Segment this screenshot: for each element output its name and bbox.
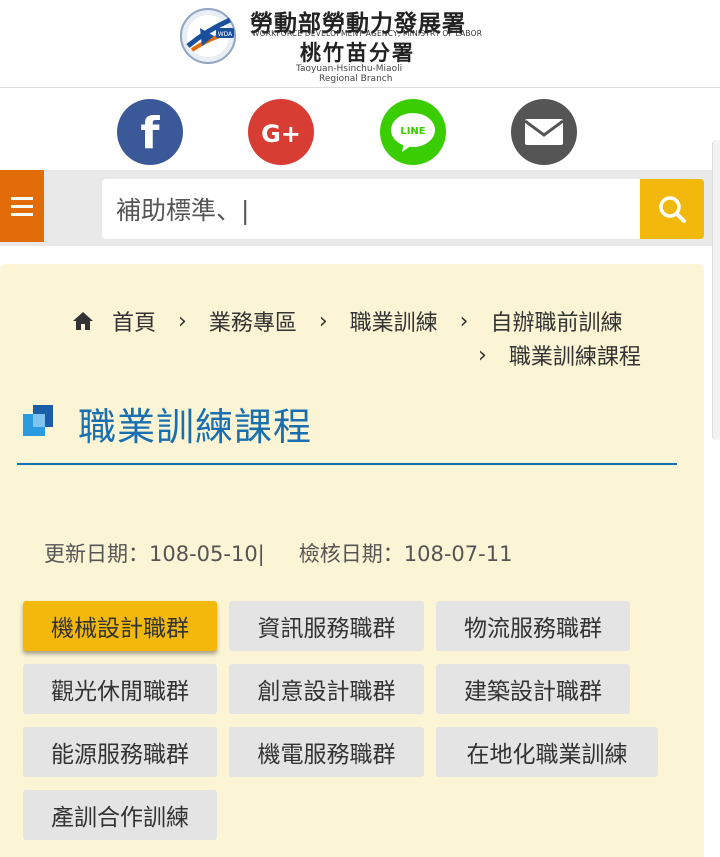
facebook-share-button[interactable]: f <box>117 99 183 165</box>
category-info-services[interactable]: 資訊服務職群 <box>229 601 424 651</box>
googleplus-share-button[interactable]: G+ <box>248 99 314 165</box>
social-share-bar: f G+ LINE <box>0 89 720 169</box>
breadcrumb-item-self-run[interactable]: 自辦職前訓練 <box>490 305 622 337</box>
search-button[interactable] <box>640 179 704 239</box>
breadcrumb-item-business[interactable]: 業務專區 <box>209 305 297 337</box>
title-squares-icon <box>23 405 53 436</box>
line-share-button[interactable]: LINE <box>380 99 446 165</box>
branch-name-cn: 桃竹苗分署 <box>300 41 415 65</box>
hamburger-icon <box>11 196 33 200</box>
svg-text:G+: G+ <box>261 120 301 148</box>
reviewed-date: 檢核日期：108-07-11 <box>298 542 513 566</box>
site-header: WDA 勞動部勞動力發展署 WORKFORCE DEVELOPMENT AGEN… <box>0 0 720 88</box>
breadcrumb-separator: › <box>459 308 469 334</box>
category-logistics[interactable]: 物流服務職群 <box>436 601 630 651</box>
email-icon <box>524 119 564 145</box>
category-creative-design[interactable]: 創意設計職群 <box>229 664 424 714</box>
category-tourism-leisure[interactable]: 觀光休閒職群 <box>23 664 217 714</box>
svg-text:WDA: WDA <box>218 31 233 38</box>
search-bar <box>0 170 720 246</box>
category-architecture-design[interactable]: 建築設計職群 <box>436 664 630 714</box>
agency-logo[interactable]: WDA <box>178 6 242 64</box>
svg-text:f: f <box>140 108 160 159</box>
search-icon <box>659 196 686 223</box>
breadcrumb-separator: › <box>478 342 487 368</box>
main-content: 首頁 › 業務專區 › 職業訓練 › 自辦職前訓練 › 職業訓練課程 職業訓練課… <box>0 264 704 857</box>
menu-button[interactable] <box>0 170 44 242</box>
breadcrumb-home[interactable]: 首頁 <box>112 305 156 337</box>
line-icon: LINE <box>391 113 435 152</box>
breadcrumb-separator: › <box>318 308 328 334</box>
category-electromechanical[interactable]: 機電服務職群 <box>229 727 424 777</box>
category-energy-services[interactable]: 能源服務職群 <box>23 727 217 777</box>
branch-name-en-line1: Taoyuan-Hsinchu-Miaoli <box>296 64 403 74</box>
facebook-icon: f <box>140 108 160 159</box>
googleplus-icon: G+ <box>261 120 301 148</box>
category-mechanical-design[interactable]: 機械設計職群 <box>23 601 217 651</box>
breadcrumb: 首頁 › 業務專區 › 職業訓練 › 自辦職前訓練 › 職業訓練課程 <box>72 304 672 372</box>
search-input[interactable] <box>102 179 640 239</box>
date-info: 更新日期：108-05-10| 檢核日期：108-07-11 <box>44 538 512 568</box>
email-share-button[interactable] <box>511 99 577 165</box>
category-localized-training[interactable]: 在地化職業訓練 <box>436 727 658 777</box>
breadcrumb-item-training[interactable]: 職業訓練 <box>350 305 438 337</box>
title-divider <box>17 463 677 465</box>
category-industry-cooperation[interactable]: 產訓合作訓練 <box>23 790 217 840</box>
breadcrumb-item-current: 職業訓練課程 <box>508 345 641 370</box>
home-icon[interactable] <box>72 310 94 332</box>
breadcrumb-separator: › <box>178 308 187 334</box>
updated-date: 更新日期：108-05-10| <box>44 542 265 566</box>
scrollbar[interactable] <box>712 140 720 440</box>
svg-text:LINE: LINE <box>400 126 425 137</box>
branch-name-en-line2: Regional Branch <box>319 74 393 84</box>
page-title: 職業訓練課程 <box>78 405 313 449</box>
